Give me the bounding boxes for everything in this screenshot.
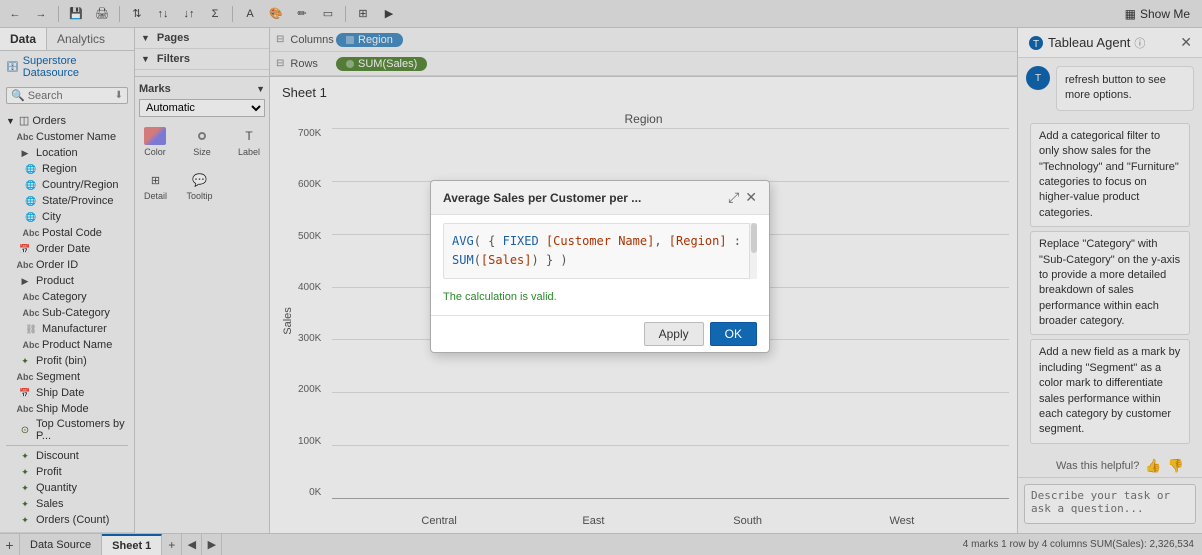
modal-title: Average Sales per Customer per ... <box>443 191 641 205</box>
colon: : <box>727 234 741 248</box>
modal-expand-button[interactable]: ⤢ <box>728 189 739 206</box>
sum-fn: SUM <box>452 253 474 267</box>
calculation-modal: Average Sales per Customer per ... ⤢ ✕ A… <box>430 180 770 353</box>
modal-header-icons: ⤢ ✕ <box>728 189 757 206</box>
scrollbar-track <box>749 223 757 279</box>
modal-status: The calculation is valid. <box>443 287 757 307</box>
sales-field: [Sales] <box>481 253 532 267</box>
modal-footer: Apply OK <box>431 315 769 352</box>
apply-button[interactable]: Apply <box>644 322 704 346</box>
close-all: ) } ) <box>532 253 568 267</box>
formula-container: AVG( { FIXED [Customer Name], [Region] :… <box>443 223 757 279</box>
modal-overlay: Average Sales per Customer per ... ⤢ ✕ A… <box>0 0 1202 555</box>
comma: , <box>654 234 668 248</box>
fixed-keyword: FIXED <box>503 234 539 248</box>
space-1 <box>539 234 546 248</box>
modal-header: Average Sales per Customer per ... ⤢ ✕ <box>431 181 769 215</box>
ok-button[interactable]: OK <box>710 322 757 346</box>
customer-name-field: [Customer Name] <box>546 234 654 248</box>
avg-fn: AVG <box>452 234 474 248</box>
formula-display: AVG( { FIXED [Customer Name], [Region] :… <box>443 223 757 279</box>
scrollbar-thumb[interactable] <box>751 223 757 253</box>
region-field: [Region] <box>669 234 727 248</box>
paren-open: ( <box>474 234 488 248</box>
modal-close-button[interactable]: ✕ <box>745 189 757 206</box>
modal-body: AVG( { FIXED [Customer Name], [Region] :… <box>431 215 769 315</box>
sales-brackets: ( <box>474 253 481 267</box>
curly-open: { <box>488 234 502 248</box>
